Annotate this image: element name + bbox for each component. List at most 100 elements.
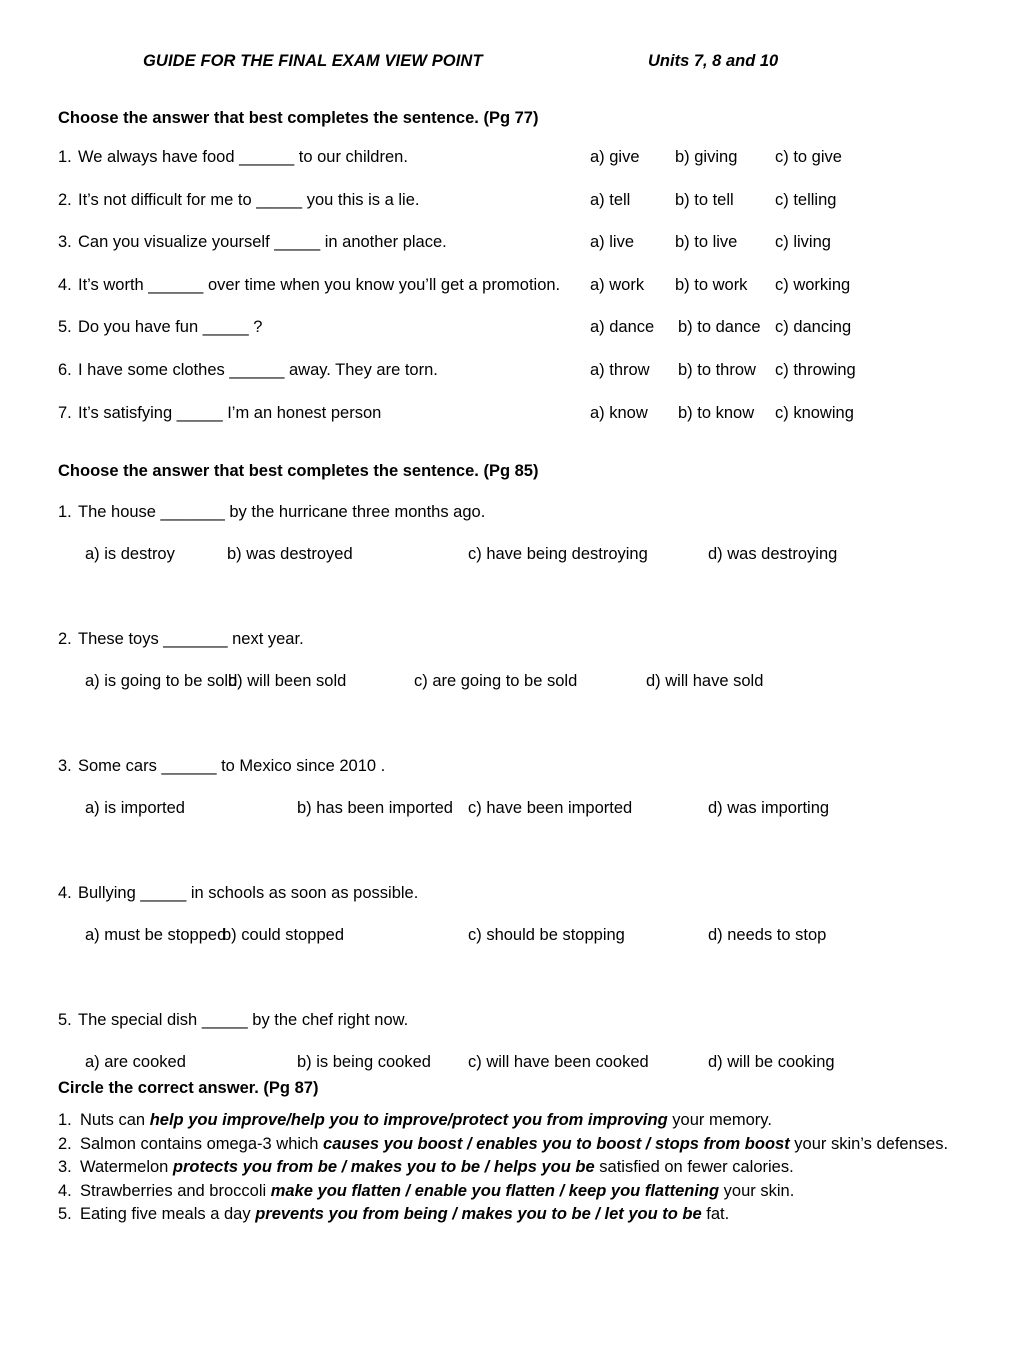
option-a[interactable]: a) is destroy xyxy=(85,533,175,575)
section-heading-pg85: Choose the answer that best completes th… xyxy=(58,462,539,481)
units-label: Units 7, 8 and 10 xyxy=(648,52,779,70)
option-a[interactable]: a) dance xyxy=(590,306,654,349)
list-item: 4. Strawberries and broccoli make you fl… xyxy=(0,1180,1020,1204)
item-choices[interactable]: make you flatten / enable you flatten / … xyxy=(271,1182,719,1200)
option-b[interactable]: b) to tell xyxy=(675,179,734,222)
question-number: 4. xyxy=(58,275,72,294)
option-c[interactable]: c) are going to be sold xyxy=(414,660,577,702)
question-number: 7. xyxy=(58,403,72,422)
option-b[interactable]: b) was destroyed xyxy=(227,533,353,575)
option-b[interactable]: b) giving xyxy=(675,136,737,179)
item-text-after: your skin’s defenses. xyxy=(789,1134,949,1153)
option-b[interactable]: b) could stopped xyxy=(222,914,344,956)
item-text-before: Strawberries and broccoli xyxy=(80,1181,271,1200)
item-choices[interactable]: causes you boost / enables you to boost … xyxy=(323,1135,790,1153)
item-text-after: your skin. xyxy=(719,1181,795,1200)
question-row: 4. It’s worth ______ over time when you … xyxy=(0,264,1020,307)
option-row: a) must be stopped b) could stopped c) s… xyxy=(0,914,1020,956)
question-stem: 4. Bullying _____ in schools as soon as … xyxy=(0,872,1020,914)
question-stem: 3. Some cars ______ to Mexico since 2010… xyxy=(0,745,1020,787)
question-number: 2. xyxy=(58,190,72,209)
item-text[interactable]: Eating five meals a day prevents you fro… xyxy=(80,1203,729,1227)
option-c[interactable]: c) dancing xyxy=(775,306,851,349)
question-number: 1. xyxy=(58,148,72,166)
item-text-after: fat. xyxy=(701,1205,730,1224)
option-a[interactable]: a) throw xyxy=(590,349,650,392)
option-a[interactable]: a) live xyxy=(590,221,634,264)
option-b[interactable]: b) has been imported xyxy=(297,787,453,829)
item-choices[interactable]: protects you from be / makes you to be /… xyxy=(173,1158,595,1176)
question-text: We always have food ______ to our childr… xyxy=(78,148,408,166)
option-c[interactable]: c) working xyxy=(775,264,850,307)
option-d[interactable]: d) will be cooking xyxy=(708,1041,835,1083)
question-number: 1. xyxy=(58,503,72,522)
question-text: Bullying _____ in schools as soon as pos… xyxy=(78,884,419,903)
question-row: 5. Do you have fun _____ ? a) dance b) t… xyxy=(0,306,1020,349)
question-stem: 1. The house _______ by the hurricane th… xyxy=(0,491,1020,533)
question-text: It’s satisfying _____ I’m an honest pers… xyxy=(78,403,382,422)
item-text-after: satisfied on fewer calories. xyxy=(594,1158,794,1177)
question-text: It’s not difficult for me to _____ you t… xyxy=(78,190,420,209)
option-d[interactable]: d) needs to stop xyxy=(708,914,826,956)
option-a[interactable]: a) know xyxy=(590,392,648,435)
question-block: 5. The special dish _____ by the chef ri… xyxy=(0,999,1020,1071)
question-text: Some cars ______ to Mexico since 2010 . xyxy=(78,757,386,776)
question-stem: 5. The special dish _____ by the chef ri… xyxy=(0,999,1020,1041)
option-b[interactable]: b) to work xyxy=(675,264,747,307)
option-b[interactable]: b) is being cooked xyxy=(297,1041,431,1083)
option-c[interactable]: c) telling xyxy=(775,179,836,222)
option-a[interactable]: a) work xyxy=(590,264,644,307)
option-c[interactable]: c) knowing xyxy=(775,392,854,435)
option-c[interactable]: c) living xyxy=(775,221,831,264)
option-a[interactable]: a) is imported xyxy=(85,787,185,829)
item-number: 1. xyxy=(58,1111,72,1130)
item-text-before: Eating five meals a day xyxy=(80,1205,256,1224)
question-number: 4. xyxy=(58,884,72,903)
option-b[interactable]: b) to throw xyxy=(678,349,756,392)
option-c[interactable]: c) should be stopping xyxy=(468,914,625,956)
option-a[interactable]: a) give xyxy=(590,136,640,179)
option-d[interactable]: d) was destroying xyxy=(708,533,837,575)
question-block: 1. The house _______ by the hurricane th… xyxy=(0,491,1020,618)
question-text: It’s worth ______ over time when you kno… xyxy=(78,275,561,294)
item-text[interactable]: Strawberries and broccoli make you flatt… xyxy=(80,1180,794,1204)
option-b[interactable]: b) to dance xyxy=(678,306,761,349)
list-item: 5. Eating five meals a day prevents you … xyxy=(0,1203,1020,1227)
question-text: Can you visualize yourself _____ in anot… xyxy=(78,233,447,252)
option-d[interactable]: d) will have sold xyxy=(646,660,763,702)
option-c[interactable]: c) to give xyxy=(775,136,842,179)
item-choices[interactable]: help you improve/help you to improve/pro… xyxy=(150,1111,668,1129)
item-text[interactable]: Nuts can help you improve/help you to im… xyxy=(80,1109,772,1133)
option-d[interactable]: d) was importing xyxy=(708,787,829,829)
option-c[interactable]: c) throwing xyxy=(775,349,856,392)
item-choices[interactable]: prevents you from being / makes you to b… xyxy=(255,1205,702,1223)
option-b[interactable]: b) to live xyxy=(675,221,737,264)
item-text[interactable]: Salmon contains omega-3 which causes you… xyxy=(80,1133,948,1157)
question-text: The special dish _____ by the chef right… xyxy=(78,1011,409,1030)
item-number: 5. xyxy=(58,1205,72,1224)
question-row: 6. I have some clothes ______ away. They… xyxy=(0,349,1020,392)
option-a[interactable]: a) are cooked xyxy=(85,1041,186,1083)
question-text: These toys _______ next year. xyxy=(78,630,304,649)
question-row: 2. It’s not difficult for me to _____ yo… xyxy=(0,179,1020,222)
question-number: 5. xyxy=(58,1011,72,1030)
list-item: 1. Nuts can help you improve/help you to… xyxy=(0,1109,1020,1133)
question-number: 3. xyxy=(58,233,72,252)
question-number: 2. xyxy=(58,630,72,649)
option-a[interactable]: a) tell xyxy=(590,179,630,222)
option-a[interactable]: a) is going to be sold xyxy=(85,660,237,702)
option-c[interactable]: c) have being destroying xyxy=(468,533,648,575)
option-row: a) is destroy b) was destroyed c) have b… xyxy=(0,533,1020,575)
section3-item-list: 1. Nuts can help you improve/help you to… xyxy=(0,1109,1020,1227)
option-c[interactable]: c) have been imported xyxy=(468,787,632,829)
option-row: a) is going to be sold b) will been sold… xyxy=(0,660,1020,702)
question-block: 2. These toys _______ next year. a) is g… xyxy=(0,618,1020,745)
option-b[interactable]: b) to know xyxy=(678,392,754,435)
item-text[interactable]: Watermelon protects you from be / makes … xyxy=(80,1156,794,1180)
option-a[interactable]: a) must be stopped xyxy=(85,914,226,956)
question-stem: 2. These toys _______ next year. xyxy=(0,618,1020,660)
option-b[interactable]: b) will been sold xyxy=(228,660,346,702)
item-text-before: Nuts can xyxy=(80,1111,150,1130)
document-header: GUIDE FOR THE FINAL EXAM VIEW POINT Unit… xyxy=(0,52,1020,86)
option-c[interactable]: c) will have been cooked xyxy=(468,1041,649,1083)
